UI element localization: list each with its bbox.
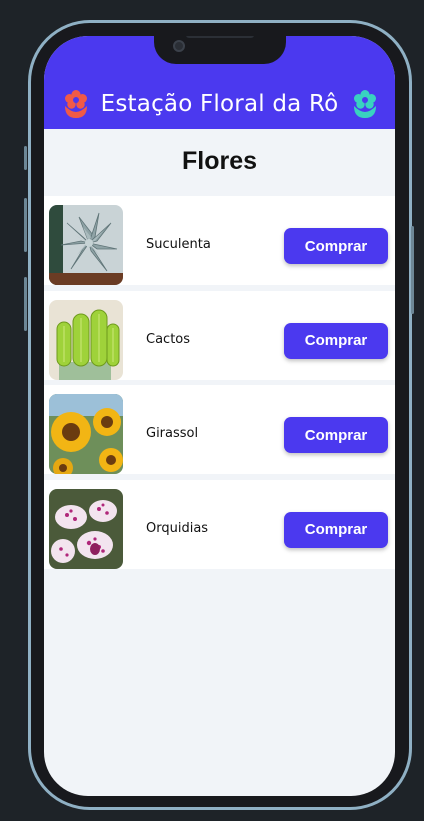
buy-button[interactable]: Comprar bbox=[284, 228, 388, 264]
orchid-photo bbox=[49, 488, 123, 569]
phone-volume-down bbox=[24, 277, 27, 331]
app-screen: Estação Floral da Rô Flores Suculenta Co… bbox=[44, 36, 395, 796]
product-name: Cactos bbox=[146, 331, 191, 347]
app-title: Estação Floral da Rô bbox=[100, 91, 339, 117]
product-name: Girassol bbox=[146, 426, 199, 441]
sunflower-photo bbox=[49, 394, 123, 474]
speaker-grille bbox=[186, 36, 254, 38]
phone-mute-switch bbox=[24, 146, 27, 170]
list-item: Suculenta Comprar bbox=[44, 196, 395, 285]
cactus-photo bbox=[49, 299, 123, 380]
flower-icon[interactable] bbox=[352, 89, 378, 119]
phone-volume-up bbox=[24, 198, 27, 252]
product-name: Orquidias bbox=[146, 520, 209, 536]
phone-notch bbox=[154, 36, 286, 64]
page-title: Flores bbox=[181, 147, 258, 175]
buy-button[interactable]: Comprar bbox=[284, 417, 388, 453]
product-name: Suculenta bbox=[146, 237, 211, 252]
succulent-photo bbox=[49, 205, 123, 285]
phone-power-button bbox=[411, 226, 414, 314]
camera-icon bbox=[173, 40, 185, 52]
list-item: Cactos Comprar bbox=[44, 290, 395, 380]
list-item: Girassol Comprar bbox=[44, 385, 395, 474]
list-item: Orquidias Comprar bbox=[44, 479, 395, 569]
buy-button[interactable]: Comprar bbox=[284, 322, 388, 359]
product-list: Suculenta Comprar Cactos Comprar Girasso… bbox=[44, 196, 395, 574]
buy-button[interactable]: Comprar bbox=[284, 511, 388, 548]
